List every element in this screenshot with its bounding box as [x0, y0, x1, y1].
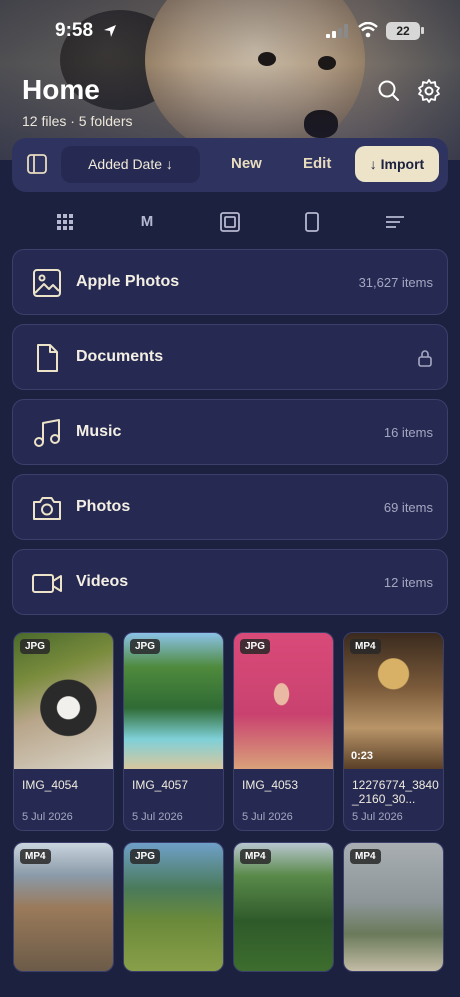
grid-view-icon[interactable] — [54, 210, 76, 234]
file-card[interactable]: MP4 — [233, 842, 334, 972]
file-type-badge: JPG — [240, 639, 271, 654]
file-card[interactable]: JPG IMG_4053 5 Jul 2026 — [233, 632, 334, 831]
folder-name: Music — [76, 423, 122, 440]
folder-name: Apple Photos — [76, 273, 180, 290]
file-name: 12276774_3840_2160_30... — [352, 778, 439, 806]
file-date: 5 Jul 2026 — [352, 811, 403, 823]
file-card[interactable]: JPG IMG_4057 5 Jul 2026 — [123, 632, 224, 831]
location-arrow-icon — [104, 25, 116, 37]
lock-icon — [418, 350, 432, 367]
folder-apple-photos[interactable]: Apple Photos 31,627 items — [12, 249, 448, 315]
file-type-badge: JPG — [130, 849, 161, 864]
folder-count: 69 items — [383, 500, 433, 515]
status-time: 9:58 — [55, 20, 94, 41]
video-camera-icon — [32, 574, 62, 593]
folder-count: 16 items — [383, 425, 433, 440]
music-icon — [34, 419, 60, 447]
sort-button[interactable]: Added Date ↓ — [61, 146, 200, 183]
view-mode-bar: M — [0, 210, 460, 236]
search-icon[interactable] — [376, 78, 402, 104]
edit-button[interactable]: Edit — [303, 155, 331, 172]
file-card[interactable]: MP4 — [13, 842, 114, 972]
file-name: IMG_4054 — [22, 778, 79, 792]
image-icon — [33, 269, 61, 297]
wifi-icon — [358, 22, 378, 38]
settings-gear-icon[interactable] — [416, 78, 442, 104]
folder-count: 12 items — [383, 575, 433, 590]
import-button[interactable]: ↓ Import — [355, 146, 439, 182]
folder-name: Photos — [76, 498, 131, 515]
file-type-badge: MP4 — [240, 849, 271, 864]
folder-count: 31,627 items — [358, 275, 433, 290]
single-view-icon[interactable] — [219, 210, 241, 234]
document-icon — [37, 344, 58, 372]
file-card[interactable]: MP4 0:23 12276774_3840_2160_30... 5 Jul … — [343, 632, 444, 831]
folder-documents[interactable]: Documents — [12, 324, 448, 390]
cellular-signal-icon — [326, 24, 348, 38]
file-type-badge: JPG — [130, 639, 161, 654]
file-name: IMG_4053 — [242, 778, 299, 792]
page-subtitle: 12 files · 5 folders — [22, 113, 133, 129]
status-bar: 9:58 22 — [0, 18, 460, 48]
device-view-icon[interactable] — [301, 210, 323, 234]
folder-name: Videos — [76, 573, 129, 590]
file-type-badge: JPG — [20, 639, 51, 654]
file-card[interactable]: JPG — [123, 842, 224, 972]
folder-name: Documents — [76, 348, 164, 365]
folder-photos[interactable]: Photos 69 items — [12, 474, 448, 540]
file-date: 5 Jul 2026 — [242, 811, 293, 823]
list-view-icon[interactable] — [384, 210, 406, 234]
file-card[interactable]: JPG IMG_4054 5 Jul 2026 — [13, 632, 114, 831]
battery-level: 22 — [386, 22, 420, 40]
folder-music[interactable]: Music 16 items — [12, 399, 448, 465]
toolbar: Added Date ↓ New Edit ↓ Import — [12, 138, 448, 192]
sidebar-toggle-icon[interactable] — [26, 153, 48, 175]
file-type-badge: MP4 — [350, 639, 381, 654]
file-type-badge: MP4 — [350, 849, 381, 864]
page-title: Home — [22, 74, 100, 105]
file-card[interactable]: MP4 — [343, 842, 444, 972]
folder-videos[interactable]: Videos 12 items — [12, 549, 448, 615]
camera-icon — [33, 497, 61, 520]
file-type-badge: MP4 — [20, 849, 51, 864]
new-button[interactable]: New — [231, 155, 262, 172]
file-date: 5 Jul 2026 — [22, 811, 73, 823]
file-date: 5 Jul 2026 — [132, 811, 183, 823]
video-duration: 0:23 — [351, 750, 374, 762]
medium-view-button[interactable]: M — [136, 210, 158, 234]
file-name: IMG_4057 — [132, 778, 189, 792]
